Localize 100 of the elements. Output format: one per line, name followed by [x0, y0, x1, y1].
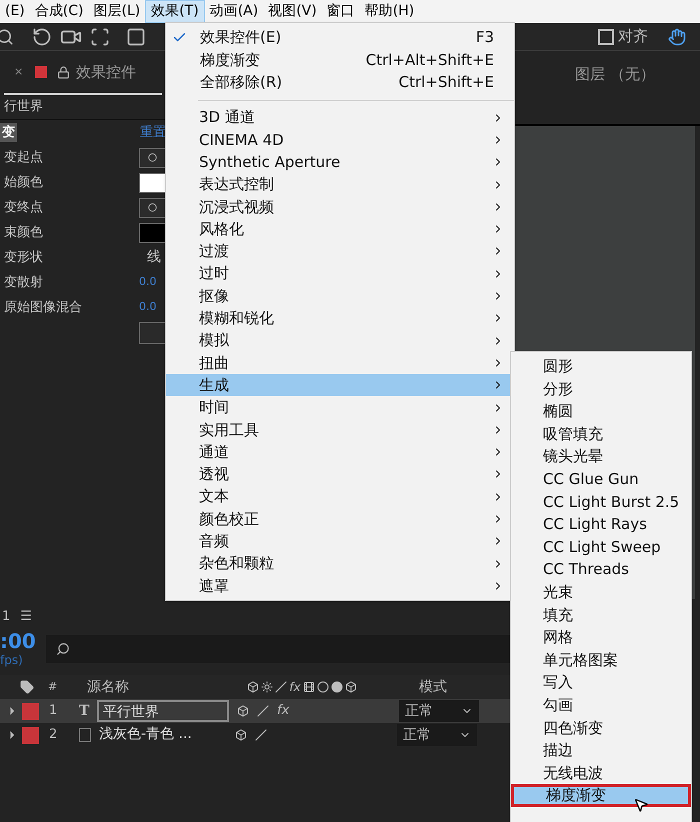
menu-bar-item[interactable]: 图层(L)	[88, 0, 146, 23]
menu-item[interactable]: 椭圆	[511, 400, 691, 423]
shape-dropdown[interactable]: 线	[139, 247, 166, 268]
menu-item[interactable]: 圆形	[511, 355, 691, 378]
menu-item[interactable]: 实用工具	[166, 418, 514, 441]
property-label: 变散射	[3, 274, 43, 292]
mode-dropdown[interactable]: 正常	[397, 724, 477, 746]
menu-item[interactable]: 镜头光晕	[511, 445, 691, 468]
menu-bar-item[interactable]: 视图(V)	[263, 0, 322, 23]
menu-item[interactable]: 效果控件(E) F3	[166, 26, 514, 48]
color-swatch[interactable]	[139, 222, 166, 242]
switch-icons-drawing: fx	[247, 678, 418, 696]
crosshair-icon	[148, 153, 157, 162]
value-field[interactable]: 0.0	[139, 299, 166, 316]
menu-item[interactable]: 全部移除(R) Ctrl+Shift+E	[166, 71, 514, 94]
menu-item[interactable]: 透视	[166, 463, 514, 486]
shape-icon[interactable]	[126, 26, 146, 46]
menu-item[interactable]: 模拟	[166, 329, 514, 352]
menu-item[interactable]: 模糊和锐化	[166, 307, 514, 330]
point-picker[interactable]	[139, 198, 166, 218]
point-picker[interactable]	[139, 148, 166, 168]
property-label: 束颜色	[3, 224, 43, 242]
menu-item[interactable]: CC Glue Gun	[511, 468, 691, 491]
menu-item[interactable]: CC Light Rays	[511, 513, 691, 536]
menu-item[interactable]: 抠像	[166, 284, 514, 308]
search-icon[interactable]	[0, 28, 14, 46]
menu-item[interactable]: 表达式控制	[166, 173, 514, 196]
layer-name[interactable]: 平行世界	[97, 700, 229, 722]
menu-item[interactable]: CINEMA 4D	[166, 128, 514, 152]
shortcut-text: Ctrl+Shift+E	[398, 72, 494, 93]
menu-item[interactable]: 过时	[166, 262, 514, 285]
crosshair-icon	[148, 203, 157, 212]
number-column-header: #	[48, 678, 58, 695]
label-color-swatch[interactable]	[22, 726, 39, 744]
mode-dropdown[interactable]: 正常	[399, 700, 479, 722]
hand-icon[interactable]	[668, 28, 686, 46]
solid-layer-icon	[79, 728, 91, 742]
name-column-header[interactable]: 源名称	[87, 676, 248, 698]
menu-item[interactable]: 风格化	[166, 218, 514, 240]
tag-icon[interactable]	[20, 680, 34, 694]
color-swatch[interactable]	[139, 172, 166, 192]
menu-item[interactable]: 扭曲	[166, 352, 514, 374]
menu-item[interactable]: CC Light Sweep	[511, 536, 691, 558]
menu-item[interactable]: 时间	[166, 396, 514, 419]
rotate-icon[interactable]	[32, 26, 52, 46]
property-label: 变终点	[3, 198, 43, 217]
layer-number: 2	[49, 726, 58, 744]
panel-menu-glyph[interactable]: ☰	[20, 607, 32, 627]
shortcut-text: Ctrl+Alt+Shift+E	[366, 50, 494, 70]
menu-item[interactable]: 光束	[511, 580, 691, 604]
layer-name[interactable]: 浅灰色-青色 ...	[95, 724, 227, 746]
menu-item[interactable]: 通道	[166, 440, 514, 464]
timecode[interactable]: :00	[0, 629, 46, 653]
menu-bar-item[interactable]: (E)	[0, 0, 30, 23]
menu-item[interactable]: 过渡	[166, 240, 514, 263]
menu-item[interactable]: 沉浸式视频	[166, 196, 514, 218]
menu-item[interactable]: 颜色校正	[166, 508, 514, 530]
menu-item[interactable]: 音频	[166, 530, 514, 552]
menu-item[interactable]: 无线电波	[511, 762, 691, 784]
property-label: 原始图像混合	[3, 298, 82, 317]
menu-bar-item[interactable]: 窗口	[322, 0, 360, 23]
menu-item[interactable]: 单元格图案	[511, 648, 691, 672]
panel-button[interactable]	[139, 322, 166, 344]
value-field[interactable]: 0.0	[139, 274, 166, 291]
panel-tab[interactable]: 效果控件	[76, 60, 136, 84]
property-label: 变起点	[3, 148, 43, 167]
menu-item[interactable]: 梯度渐变 Ctrl+Alt+Shift+E	[166, 48, 514, 71]
menu-item[interactable]: 分形	[511, 378, 691, 400]
timeline-tab[interactable]: 1	[2, 607, 10, 627]
menu-item[interactable]: 梯度渐变	[511, 784, 691, 807]
menu-bar-item[interactable]: 动画(A)	[204, 0, 264, 23]
menu-item[interactable]: 写入	[511, 671, 691, 694]
menu-item[interactable]: 杂色和颗粒	[166, 552, 514, 575]
menu-item[interactable]: 遮罩	[166, 574, 514, 598]
label-color-swatch	[35, 66, 48, 78]
mode-column-header[interactable]: 模式	[419, 676, 448, 698]
fps-label: fps)	[0, 653, 24, 667]
align-label: 对齐	[618, 26, 648, 48]
menu-item[interactable]: 网格	[511, 626, 691, 649]
menu-bar-item[interactable]: 合成(C)	[30, 0, 88, 23]
menu-item[interactable]: CC Light Burst 2.5	[511, 490, 691, 514]
menu-bar-item[interactable]: 效果(T)	[145, 0, 205, 23]
menu-bar-item[interactable]: 帮助(H)	[360, 0, 420, 23]
reset-link[interactable]: 重置	[140, 122, 168, 142]
align-checkbox[interactable]	[598, 28, 614, 44]
menu-item[interactable]: 填充	[511, 604, 691, 626]
menu-item[interactable]: CC Threads	[511, 558, 691, 581]
menu-item[interactable]: 吸管填充	[511, 422, 691, 446]
menu-item[interactable]: Synthetic Aperture	[166, 151, 514, 174]
effect-name[interactable]: 变	[0, 122, 17, 142]
lock-icon[interactable]	[57, 66, 70, 78]
search-icon	[56, 642, 70, 656]
fx-switch[interactable]: fx	[277, 701, 290, 721]
label-color-swatch[interactable]	[22, 702, 39, 720]
menu-item[interactable]: 文本	[166, 486, 514, 508]
close-icon[interactable]: ×	[14, 64, 24, 80]
menu-item[interactable]: 3D 通道	[166, 106, 514, 129]
shortcut-text: F3	[476, 27, 494, 48]
layer-number: 1	[49, 702, 58, 720]
property-label: 始颜色	[3, 174, 43, 192]
